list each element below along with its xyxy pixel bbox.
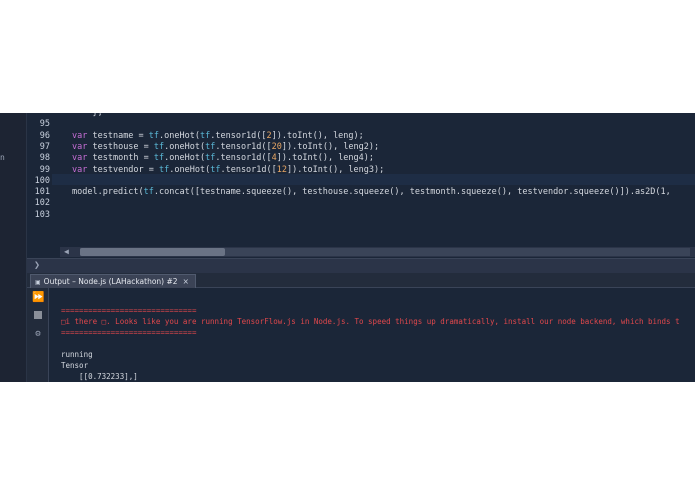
- code-token: .oneHot(: [169, 164, 211, 175]
- tab-output-nodejs[interactable]: ▣ Output – Node.js (LAHackathon) #2 ×: [30, 274, 196, 288]
- code-token: ]).toInt(), leng3);: [287, 164, 385, 175]
- output-window-icon: ▣: [35, 279, 41, 286]
- left-panel-stub-text: n: [0, 153, 5, 162]
- code-token: 12: [276, 164, 288, 175]
- output-line: Tensor: [61, 361, 89, 370]
- left-side-panel: n: [0, 113, 27, 382]
- code-token: .oneHot(: [164, 153, 206, 164]
- code-token: tf: [199, 130, 211, 141]
- close-icon[interactable]: ×: [183, 277, 189, 286]
- code-token: var: [72, 130, 93, 141]
- ide-screenshot: n 95 96 97 98 99 100 101 102 103 }; var testname …: [0, 113, 695, 382]
- code-token: };: [72, 113, 103, 118]
- code-token: .tensor1d([: [215, 141, 272, 152]
- code-token: .tensor1d([: [210, 130, 267, 141]
- code-token: testhouse =: [92, 141, 154, 152]
- code-token: tf: [153, 141, 165, 152]
- output-console[interactable]: ============================== □i there □…: [49, 288, 695, 382]
- line-number-gutter: 95 96 97 98 99 100 101 102 103: [27, 113, 52, 247]
- output-line: ==============================: [61, 328, 197, 337]
- code-token: var: [72, 153, 93, 164]
- code-token: model.predict(: [72, 187, 144, 198]
- code-token: tf: [159, 164, 170, 175]
- code-token: .tensor1d([: [220, 164, 277, 175]
- code-line: };: [72, 113, 103, 118]
- current-line-highlight: [52, 174, 695, 185]
- code-line: model.predict(tf.concat([testname.squeez…: [72, 187, 671, 197]
- code-token: ]).toInt(), leng2);: [281, 141, 380, 152]
- panel-separator-bar[interactable]: ❯: [27, 258, 695, 273]
- code-token: .oneHot(: [159, 130, 200, 141]
- code-token: var: [72, 141, 93, 152]
- code-line: var testvendor = tf.oneHot(tf.tensor1d([…: [72, 165, 384, 175]
- scroll-left-arrow-icon[interactable]: ◀: [64, 247, 69, 256]
- line-number: 96: [39, 130, 50, 141]
- code-token: .tensor1d([: [215, 153, 272, 164]
- line-number: 95: [39, 119, 50, 130]
- line-number: 97: [39, 141, 50, 152]
- settings-icon[interactable]: ⚙: [32, 328, 44, 340]
- code-line: var testhouse = tf.oneHot(tf.tensor1d([2…: [72, 142, 379, 152]
- stop-icon[interactable]: [32, 310, 44, 322]
- line-number: 103: [34, 209, 50, 220]
- scrollbar-thumb[interactable]: [80, 248, 225, 256]
- code-token: .concat([testname.squeeze(), testhouse.s…: [153, 187, 671, 198]
- code-token: testvendor =: [92, 164, 160, 175]
- output-tab-bar: ▣ Output – Node.js (LAHackathon) #2 ×: [27, 273, 695, 288]
- code-token: 20: [271, 141, 282, 152]
- output-line: ==============================: [61, 306, 197, 315]
- code-token: var: [72, 164, 93, 175]
- code-editor[interactable]: }; var testname = tf.oneHot(tf.tensor1d([…: [52, 113, 695, 247]
- line-number: 100: [34, 175, 50, 186]
- code-line: var testname = tf.oneHot(tf.tensor1d([2]…: [72, 131, 364, 141]
- code-token: tf: [153, 153, 165, 164]
- code-token: tf: [205, 141, 216, 152]
- code-token: tf: [210, 164, 221, 175]
- rerun-icon[interactable]: ⏩: [32, 292, 44, 304]
- line-number: 99: [39, 164, 50, 175]
- code-token: tf: [148, 130, 160, 141]
- line-number: 102: [34, 198, 50, 209]
- code-token: testname =: [92, 130, 149, 141]
- code-token: ]).toInt(), leng4);: [276, 153, 375, 164]
- line-number: 101: [34, 187, 50, 198]
- editor-horizontal-scrollbar[interactable]: ◀: [60, 247, 695, 257]
- code-token: ]).toInt(), leng);: [271, 130, 364, 141]
- code-token: testmonth =: [92, 153, 154, 164]
- output-tab-label: Output – Node.js (LAHackathon) #2: [43, 277, 178, 286]
- chevron-right-icon[interactable]: ❯: [34, 260, 40, 271]
- output-line: □i there □. Looks like you are running T…: [61, 317, 680, 326]
- output-toolbar: ⏩ ⚙: [27, 288, 49, 382]
- output-line: running: [61, 350, 93, 359]
- line-number: 98: [39, 153, 50, 164]
- output-line: [[0.732233],]: [61, 372, 138, 381]
- code-token: tf: [205, 153, 216, 164]
- code-token: .oneHot(: [164, 141, 206, 152]
- code-token: tf: [143, 187, 154, 198]
- code-line: var testmonth = tf.oneHot(tf.tensor1d([4…: [72, 153, 374, 163]
